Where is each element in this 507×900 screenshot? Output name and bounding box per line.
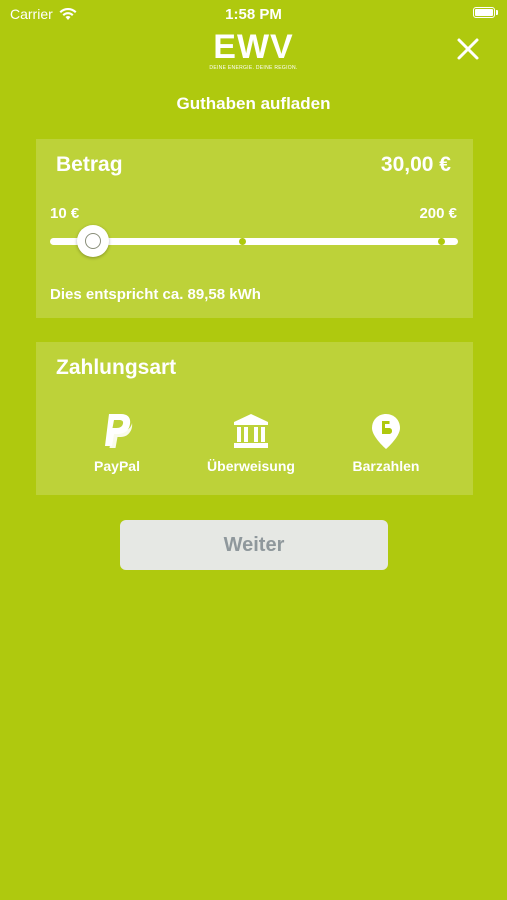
payment-method-card: Zahlungsart PayPal Überweisung Barzahlen: [36, 342, 473, 495]
slider-step-marker: [239, 238, 246, 245]
status-bar: Carrier 1:58 PM: [0, 0, 507, 28]
page-title: Guthaben aufladen: [176, 94, 331, 113]
paypal-icon: [105, 414, 133, 448]
amount-max-label: 200 €: [419, 205, 457, 222]
paypal-label: PayPal: [94, 458, 140, 474]
logo-tagline: DEINE ENERGIE. DEINE REGION.: [209, 65, 298, 71]
status-time: 1:58 PM: [225, 6, 282, 23]
payment-title: Zahlungsart: [56, 356, 177, 379]
close-icon: [457, 38, 479, 60]
close-button[interactable]: [455, 36, 481, 62]
payment-option-paypal[interactable]: PayPal: [57, 412, 177, 474]
amount-min-label: 10 €: [50, 205, 80, 222]
payment-option-transfer[interactable]: Überweisung: [191, 412, 311, 474]
barzahlen-label: Barzahlen: [352, 458, 420, 474]
battery-icon: [473, 7, 498, 18]
barzahlen-icon: [372, 414, 400, 449]
ewv-logo: EWV DEINE ENERGIE. DEINE REGION.: [0, 30, 507, 71]
payment-option-barzahlen[interactable]: Barzahlen: [326, 412, 446, 474]
amount-value: 30,00 €: [380, 153, 451, 176]
amount-card: Betrag 30,00 € 10 € 200 € Dies entsprich…: [36, 139, 473, 318]
payment-options: PayPal Überweisung Barzahlen: [36, 412, 473, 482]
transfer-label: Überweisung: [207, 458, 295, 474]
continue-button[interactable]: Weiter: [120, 520, 388, 570]
bank-icon: [234, 414, 268, 448]
kwh-equivalent-text: Dies entspricht ca. 89,58 kWh: [50, 286, 261, 303]
slider-track: [50, 238, 458, 245]
slider-thumb[interactable]: [76, 225, 109, 257]
logo-text: EWV: [213, 28, 294, 66]
slider-step-marker: [438, 238, 445, 245]
amount-title: Betrag: [56, 153, 123, 176]
amount-slider[interactable]: [50, 225, 458, 257]
